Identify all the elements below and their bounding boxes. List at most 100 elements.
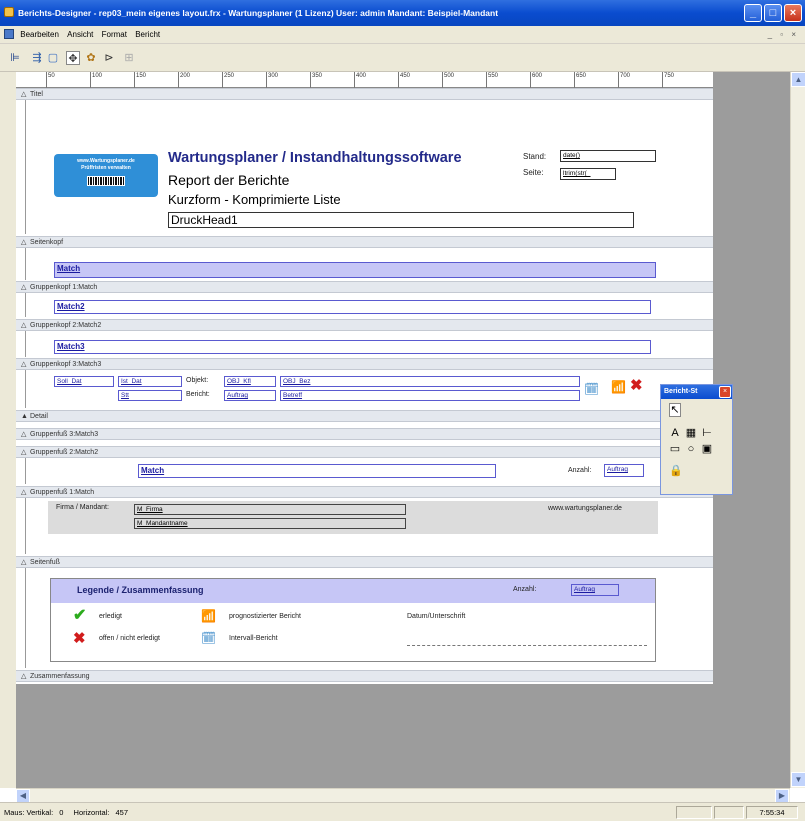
logo-text-1: www.Wartungsplaner.de (77, 158, 135, 164)
field-icon[interactable]: ▦ (685, 427, 697, 439)
seite-field[interactable]: ltrim(str(_ (560, 168, 616, 180)
band-gruppenfuss-1[interactable]: △ Gruppenfuß 1:Match (16, 486, 713, 498)
vertical-ruler (16, 293, 26, 317)
close-button[interactable]: × (784, 4, 802, 22)
menu-bearbeiten[interactable]: Bearbeiten (20, 26, 59, 44)
ruler-tick: 50 (46, 72, 55, 88)
status-mouse-label: Maus: Vertikal: (4, 808, 54, 817)
intervall-icon[interactable]: 🗓 (584, 382, 599, 396)
mdi-controls[interactable]: _ ▫ × (768, 26, 799, 44)
band-detail[interactable]: ▲ Detail (16, 410, 713, 422)
ruler-tick: 250 (222, 72, 234, 88)
band-label: Gruppenkopf 1:Match (30, 284, 98, 291)
band-seitenkopf[interactable]: △ Seitenkopf (16, 236, 713, 248)
report-subtitle[interactable]: Report der Berichte (168, 172, 289, 188)
status-horizontal: 457 (115, 808, 129, 817)
lock-icon[interactable]: 🔒 (669, 465, 683, 477)
band-zusammenfassung[interactable]: △ Zusammenfassung (16, 670, 713, 682)
ruler-tick: 500 (442, 72, 454, 88)
circle-icon[interactable]: ○ (685, 443, 697, 455)
scroll-left-icon[interactable]: ◀ (16, 789, 30, 803)
checkmark-icon: ✔ (73, 607, 87, 624)
barcode-icon (87, 176, 125, 186)
match2-field[interactable]: Match2 (54, 300, 651, 314)
match3-field[interactable]: Match3 (54, 340, 651, 354)
menu-format[interactable]: Format (102, 26, 127, 44)
band-gruppenfuss-3[interactable]: △ Gruppenfuß 3:Match3 (16, 428, 713, 440)
report-heading[interactable]: Wartungsplaner / Instandhaltungssoftware (168, 150, 462, 166)
legend-erledigt: erledigt (99, 613, 122, 620)
legend-box[interactable]: Legende / Zusammenfassung Anzahl: Auftra… (50, 578, 656, 662)
pointer-icon[interactable]: ↖ (669, 403, 681, 417)
report-page[interactable]: △ Titel www.Wartungsplaner.de Prüffristen… (16, 88, 713, 684)
band-label: Detail (30, 413, 48, 420)
stand-field[interactable]: date() (560, 150, 656, 162)
band-titel[interactable]: △ Titel (16, 88, 713, 100)
band-gruppenkopf-3[interactable]: △ Gruppenkopf 3:Match3 (16, 358, 713, 370)
menu-ansicht[interactable]: Ansicht (67, 26, 93, 44)
vertical-ruler (16, 568, 26, 668)
ruler-tick: 600 (530, 72, 542, 88)
preview-icon[interactable]: ⊞ (122, 51, 136, 65)
logo-text-2: Prüffristen verwalten (81, 165, 131, 171)
obj-kfl-field[interactable]: OBJ_Kfl (224, 376, 276, 387)
rectangle-icon[interactable]: ▭ (669, 443, 681, 455)
not-done-icon[interactable]: ✖ (630, 376, 643, 394)
document-icon[interactable] (4, 29, 14, 39)
ruler-tick: 150 (134, 72, 146, 88)
minimize-button[interactable]: _ (744, 4, 762, 22)
match-footer-field[interactable]: Match (138, 464, 496, 478)
menu-bericht[interactable]: Bericht (135, 26, 160, 44)
line-icon[interactable]: ⊢ (701, 427, 713, 439)
match-field[interactable]: Match (54, 262, 656, 278)
stand-label: Stand: (523, 152, 547, 161)
vertical-ruler (16, 331, 26, 357)
run-icon[interactable]: ⊳ (102, 51, 116, 65)
band-collapse-icon: △ (21, 284, 27, 291)
scroll-down-icon[interactable]: ▼ (791, 772, 805, 787)
m-mandantname-field[interactable]: M_Mandantname (134, 518, 406, 529)
align-left-icon[interactable]: ⊫ (8, 51, 22, 65)
picture-icon[interactable]: ▣ (701, 443, 713, 455)
text-icon[interactable]: A (669, 427, 681, 439)
window-title-bar[interactable]: Berichts-Designer - rep03_mein eigenes l… (0, 0, 805, 26)
report-subtitle-2[interactable]: Kurzform - Komprimierte Liste (168, 192, 341, 207)
band-gruppenkopf-2[interactable]: △ Gruppenkopf 2:Match2 (16, 319, 713, 331)
betreff-field[interactable]: Betreff (280, 390, 580, 401)
m-firma-field[interactable]: M_Firma (134, 504, 406, 515)
toolbox-close-icon[interactable]: × (719, 386, 731, 398)
firma-label: Firma / Mandant: (56, 504, 109, 511)
band-label: Gruppenfuß 3:Match3 (30, 431, 99, 438)
ist-dat-field[interactable]: Ist_Dat (118, 376, 182, 387)
band-seitenfuss[interactable]: △ Seitenfuß (16, 556, 713, 568)
page-setup-icon[interactable]: ▢ (46, 51, 60, 65)
auftrag-field[interactable]: Auftrag (224, 390, 276, 401)
maximize-icon: □ (769, 7, 777, 19)
wartungsplaner-logo[interactable]: www.Wartungsplaner.de Prüffristen verwal… (54, 154, 158, 197)
legend-title: Legende / Zusammenfassung (77, 585, 204, 595)
report-controls-toolbox[interactable]: Bericht-St × ↖ A ▦ ⊢ ▭ ○ ▣ 🔒 (660, 384, 733, 495)
maximize-button[interactable]: □ (764, 4, 782, 22)
band-gruppenkopf-1[interactable]: △ Gruppenkopf 1:Match (16, 281, 713, 293)
ruler-tick: 100 (90, 72, 102, 88)
ruler-tick: 400 (354, 72, 366, 88)
stt-field[interactable]: Stt (118, 390, 182, 401)
data-source-icon[interactable]: ⇶ (30, 51, 44, 65)
band-gruppenfuss-2[interactable]: △ Gruppenfuß 2:Match2 (16, 446, 713, 458)
legend-anzahl-field[interactable]: Auftrag (571, 584, 619, 596)
obj-bez-field[interactable]: OBJ_Bez (280, 376, 580, 387)
color-icon[interactable]: ✿ (84, 51, 98, 65)
scroll-up-icon[interactable]: ▲ (791, 72, 805, 87)
soll-dat-field[interactable]: Soll_Dat (54, 376, 114, 387)
band-label: Seitenkopf (30, 239, 64, 246)
druckhead-field[interactable]: DruckHead1 (168, 212, 634, 228)
chart-icon[interactable]: 📶 (611, 380, 626, 394)
anzahl-field[interactable]: Auftrag (604, 464, 644, 477)
band-label: Titel (30, 91, 43, 98)
band-label: Seitenfuß (30, 559, 60, 566)
scroll-right-icon[interactable]: ▶ (775, 789, 789, 803)
horizontal-scrollbar[interactable]: ◀ ▶ (16, 788, 790, 803)
band-collapse-icon: △ (21, 322, 27, 329)
vertical-scrollbar[interactable]: ▲ ▼ (790, 72, 805, 788)
properties-icon[interactable]: ✥ (66, 51, 80, 65)
